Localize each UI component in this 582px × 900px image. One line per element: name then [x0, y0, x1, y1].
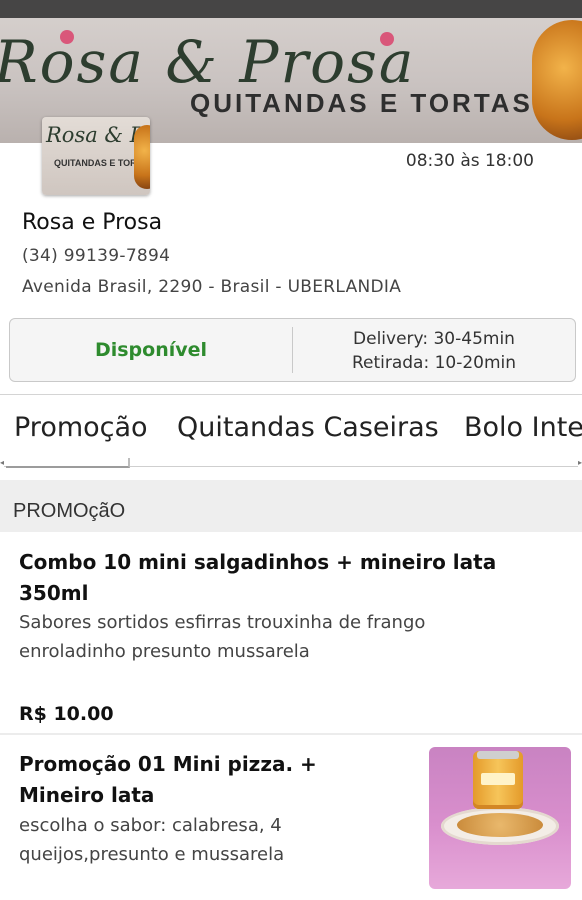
banner-rose-decoration [60, 30, 74, 44]
product-card[interactable]: Promoção 01 Mini pizza. + Mineiro lata e… [0, 735, 582, 900]
product-title: Combo 10 mini salgadinhos + mineiro lata… [19, 550, 497, 605]
store-phone[interactable]: (34) 99139-7894 [22, 246, 170, 266]
tab-promocao[interactable]: Promoção [14, 412, 148, 443]
product-card[interactable]: Combo 10 mini salgadinhos + mineiro lata… [0, 533, 582, 735]
product-description: Sabores sortidos esfirras trouxinha de f… [19, 612, 426, 662]
availability-status: Disponível [94, 339, 208, 361]
tab-quitandas-caseiras[interactable]: Quitandas Caseiras [177, 412, 439, 443]
product-title: Promoção 01 Mini pizza. + Mineiro lata [19, 752, 317, 807]
section-divider [0, 394, 582, 395]
delivery-time: Delivery: 30-45min [353, 329, 515, 349]
opening-hours: 08:30 às 18:00 [405, 151, 534, 171]
banner-subtitle: QUITANDAS E TORTAS [190, 88, 533, 118]
product-description: escolha o sabor: calabresa, 4 queijos,pr… [19, 815, 285, 865]
section-title: PROMOçãO [13, 500, 126, 522]
pickup-time: Retirada: 10-20min [351, 353, 517, 373]
soda-can-shape [473, 751, 523, 809]
product-price: R$ 10.00 [19, 703, 114, 725]
store-address: Avenida Brasil, 2290 - Brasil - UBERLAND… [22, 277, 402, 297]
tabs-scrollbar[interactable]: ◂ ▸ [0, 456, 582, 468]
store-name: Rosa e Prosa [22, 210, 163, 235]
banner-rose-decoration [380, 32, 394, 46]
availability-divider [292, 327, 293, 373]
mini-pizza-shape [457, 813, 543, 837]
scrollbar-thumb[interactable] [6, 458, 130, 468]
tab-bolo-inteiro[interactable]: Bolo Inte [464, 412, 582, 443]
availability-box: Disponível Delivery: 30-45min Retirada: … [9, 318, 576, 382]
logo-pie-image [134, 125, 150, 189]
scroll-right-icon[interactable]: ▸ [578, 458, 582, 467]
banner-pie-image [532, 20, 582, 140]
product-image[interactable] [429, 747, 571, 889]
can-label-shape [481, 773, 515, 785]
can-top-shape [477, 751, 519, 759]
store-logo: Rosa & Prosa QUITANDAS E TORTAS [42, 117, 150, 195]
banner-top-stripe [0, 0, 582, 18]
category-section-header: PROMOçãO [0, 480, 582, 532]
delivery-times: Delivery: 30-45min Retirada: 10-20min [294, 327, 574, 375]
